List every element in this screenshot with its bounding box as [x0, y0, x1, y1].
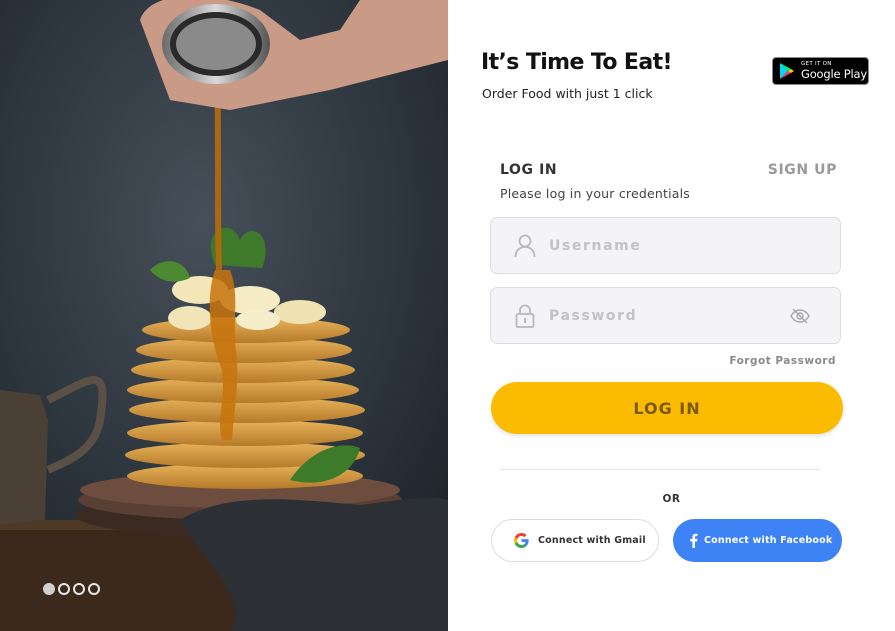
badge-store-name: Google Play [801, 66, 867, 81]
carousel-indicators [43, 583, 100, 595]
username-input[interactable] [549, 237, 840, 254]
carousel-dot-1[interactable] [43, 583, 55, 595]
forgot-password-link[interactable]: Forgot Password [729, 355, 836, 367]
page-subtitle: Order Food with just 1 click [482, 86, 653, 101]
user-icon [511, 234, 539, 258]
connect-gmail-button[interactable]: Connect with Gmail [491, 519, 659, 562]
google-play-icon [780, 63, 794, 79]
password-field[interactable] [490, 287, 841, 344]
facebook-button-label: Connect with Facebook [704, 535, 833, 546]
connect-facebook-button[interactable]: Connect with Facebook [673, 519, 842, 562]
or-separator: OR [662, 493, 681, 505]
credentials-hint: Please log in your credentials [500, 186, 691, 201]
facebook-icon [690, 533, 698, 548]
tab-login[interactable]: LOG IN [500, 162, 557, 178]
pancake-stack-photo [0, 0, 448, 631]
username-field[interactable] [490, 217, 841, 274]
lock-icon [511, 304, 539, 328]
page-title: It’s Time To Eat! [481, 50, 673, 75]
login-panel: It’s Time To Eat! Order Food with just 1… [448, 0, 895, 631]
carousel-dot-2[interactable] [58, 583, 70, 595]
login-button[interactable]: LOG IN [491, 382, 843, 434]
hero-image-panel [0, 0, 448, 631]
carousel-dot-3[interactable] [73, 583, 85, 595]
carousel-dot-4[interactable] [88, 583, 100, 595]
eye-slash-icon[interactable] [790, 308, 810, 324]
google-icon [514, 533, 529, 548]
divider [500, 469, 820, 470]
tab-signup[interactable]: SIGN UP [768, 162, 837, 178]
password-input[interactable] [549, 307, 790, 324]
google-play-badge[interactable]: GET IT ON Google Play [772, 57, 869, 85]
gmail-button-label: Connect with Gmail [538, 535, 646, 546]
